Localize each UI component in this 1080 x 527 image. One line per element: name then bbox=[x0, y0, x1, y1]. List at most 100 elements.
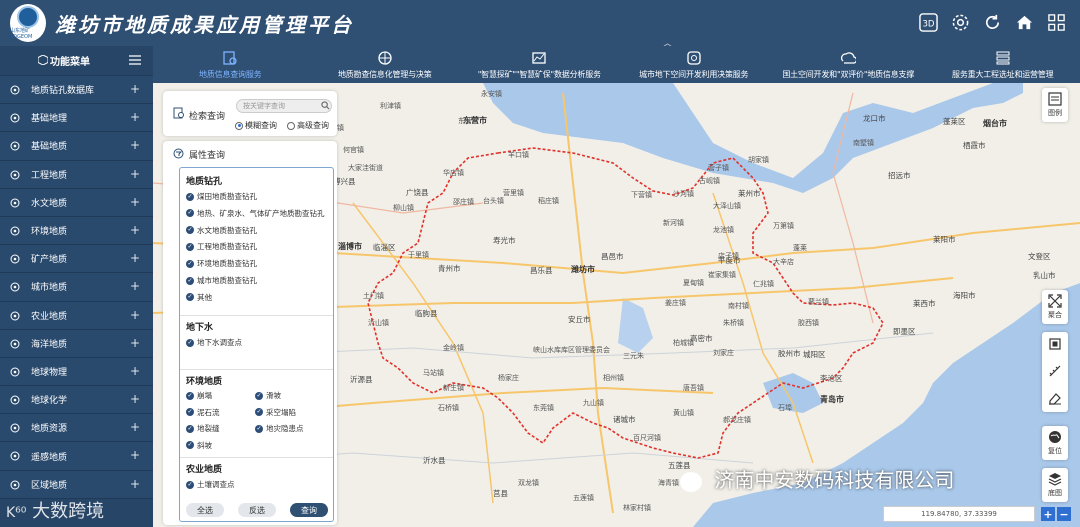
3d-icon[interactable]: 3D bbox=[918, 12, 938, 32]
check-icon[interactable]: ✓ bbox=[186, 192, 194, 201]
check-icon[interactable]: ✓ bbox=[186, 276, 194, 285]
attribute-checkbox[interactable]: ✓ 地热、矿泉水、气体矿产地质勘查钻孔 bbox=[186, 208, 325, 219]
cluster-button[interactable]: 聚合 bbox=[1042, 290, 1068, 324]
sidebar-item-13[interactable]: 遥感地质 + bbox=[0, 442, 153, 471]
expand-plus-icon[interactable]: + bbox=[130, 195, 140, 209]
attribute-checkbox[interactable]: ✓ 工程地质勘查钻孔 bbox=[186, 241, 257, 252]
attribute-checkbox[interactable]: ✓ 地下水调查点 bbox=[186, 337, 242, 348]
tab-5[interactable]: 服务重大工程选址和运营管理 bbox=[926, 46, 1080, 83]
sidebar-item-label: 工程地质 bbox=[31, 170, 68, 181]
expand-plus-icon[interactable]: + bbox=[130, 308, 140, 322]
sidebar-item-14[interactable]: 区域地质 + bbox=[0, 470, 153, 499]
sidebar-item-7[interactable]: 城市地质 + bbox=[0, 273, 153, 302]
sidebar-item-1[interactable]: 基础地理 + bbox=[0, 104, 153, 133]
attribute-label: 工程地质勘查钻孔 bbox=[197, 242, 257, 252]
check-icon[interactable]: ✓ bbox=[255, 424, 263, 433]
expand-plus-icon[interactable]: + bbox=[130, 336, 140, 350]
tab-4[interactable]: 国土空间开发和"双评价"地质信息支撑 bbox=[771, 46, 926, 83]
attribute-checkbox[interactable]: ✓ 城市地质勘查钻孔 bbox=[186, 275, 257, 286]
gear-icon[interactable] bbox=[950, 12, 970, 32]
radio-dot[interactable] bbox=[287, 121, 295, 130]
sidebar-item-2[interactable]: 基础地质 + bbox=[0, 132, 153, 161]
sidebar-item-9[interactable]: 海洋地质 + bbox=[0, 329, 153, 358]
refresh-icon[interactable] bbox=[982, 12, 1002, 32]
check-icon[interactable]: ✓ bbox=[255, 391, 263, 400]
check-icon[interactable]: ✓ bbox=[186, 391, 194, 400]
attribute-checkbox[interactable]: ✓ 采空塌陷 bbox=[255, 407, 296, 418]
radio-advanced-query[interactable]: 高级查询 bbox=[287, 120, 329, 131]
attribute-checkbox[interactable]: ✓ 地裂缝 bbox=[186, 423, 220, 434]
expand-plus-icon[interactable]: + bbox=[130, 448, 140, 462]
expand-plus-icon[interactable]: + bbox=[130, 420, 140, 434]
zoom-out-button[interactable]: − bbox=[1057, 507, 1071, 521]
radio-dot[interactable] bbox=[235, 121, 243, 130]
select-all-button[interactable]: 全选 bbox=[186, 503, 224, 517]
sidebar-item-11[interactable]: 地球化学 + bbox=[0, 386, 153, 415]
attribute-checkbox[interactable]: ✓ 崩塌 bbox=[186, 390, 212, 401]
expand-plus-icon[interactable]: + bbox=[130, 392, 140, 406]
tab-0[interactable]: 地质信息查询服务 bbox=[153, 46, 308, 83]
query-button[interactable]: 查询 bbox=[290, 503, 328, 517]
check-icon[interactable]: ✓ bbox=[255, 408, 263, 416]
tab-1[interactable]: 地质勘查信息化管理与决策 bbox=[308, 46, 463, 83]
attribute-checkbox[interactable]: ✓ 斜坡 bbox=[186, 440, 212, 451]
grid-icon[interactable] bbox=[1046, 12, 1066, 32]
sidebar-item-4[interactable]: 水文地质 + bbox=[0, 188, 153, 217]
sidebar-item-12[interactable]: 地质资源 + bbox=[0, 414, 153, 443]
check-icon[interactable]: ✓ bbox=[186, 293, 194, 302]
sidebar-item-3[interactable]: 工程地质 + bbox=[0, 160, 153, 189]
expand-plus-icon[interactable]: + bbox=[130, 477, 140, 491]
attribute-checkbox[interactable]: ✓ 土壤调查点 bbox=[186, 479, 235, 490]
map-label-town: 东营区 bbox=[458, 117, 479, 125]
sidebar-item-8[interactable]: 农业地质 + bbox=[0, 301, 153, 330]
reset-button[interactable]: 复位 bbox=[1042, 426, 1068, 460]
check-icon[interactable]: ✓ bbox=[186, 480, 194, 489]
check-icon[interactable]: ✓ bbox=[186, 226, 194, 235]
expand-plus-icon[interactable]: + bbox=[130, 82, 140, 96]
menu-toggle-icon[interactable] bbox=[129, 55, 141, 65]
attribute-checkbox[interactable]: ✓ 其他 bbox=[186, 292, 212, 303]
attribute-checkbox[interactable]: ✓ 煤田地质勘查钻孔 bbox=[186, 191, 257, 202]
attribute-checkbox[interactable]: ✓ 泥石流 bbox=[186, 407, 220, 418]
attribute-label: 煤田地质勘查钻孔 bbox=[197, 192, 257, 201]
attribute-checkbox[interactable]: ✓ 地灾隐患点 bbox=[255, 423, 304, 434]
expand-plus-icon[interactable]: + bbox=[130, 364, 140, 378]
measure-line-icon[interactable] bbox=[1048, 364, 1062, 378]
check-icon[interactable]: ✓ bbox=[186, 441, 194, 449]
attribute-checkbox[interactable]: ✓ 环境地质勘查钻孔 bbox=[186, 258, 257, 269]
expand-plus-icon[interactable]: + bbox=[130, 251, 140, 265]
attribute-label: 地下水调查点 bbox=[197, 338, 242, 347]
expand-plus-icon[interactable]: + bbox=[130, 138, 140, 152]
satellite-icon bbox=[10, 451, 20, 461]
sidebar-item-6[interactable]: 矿产地质 + bbox=[0, 245, 153, 274]
water-icon bbox=[10, 198, 20, 208]
expand-plus-icon[interactable]: + bbox=[130, 167, 140, 181]
radio-fuzzy-query[interactable]: 模糊查询 bbox=[235, 120, 277, 131]
tab-2[interactable]: "智慧探矿""智慧矿保"数据分析服务 bbox=[462, 46, 617, 83]
legend-button[interactable]: 图例 bbox=[1042, 88, 1068, 122]
expand-plus-icon[interactable]: + bbox=[130, 279, 140, 293]
check-icon[interactable]: ✓ bbox=[186, 338, 194, 347]
measure-area-icon[interactable] bbox=[1048, 337, 1062, 351]
check-icon[interactable]: ✓ bbox=[186, 424, 194, 433]
sidebar-item-10[interactable]: 地球物理 + bbox=[0, 357, 153, 387]
check-icon[interactable]: ✓ bbox=[186, 242, 194, 251]
sidebar-item-5[interactable]: 环境地质 + bbox=[0, 216, 153, 246]
attribute-checkbox[interactable]: ✓ 水文地质勘查钻孔 bbox=[186, 225, 257, 236]
zoom-in-button[interactable]: + bbox=[1041, 507, 1055, 521]
expand-icon bbox=[1048, 294, 1062, 308]
expand-plus-icon[interactable]: + bbox=[130, 223, 140, 237]
basemap-button[interactable]: 底图 bbox=[1042, 468, 1068, 502]
check-icon[interactable]: ✓ bbox=[186, 408, 194, 416]
keyword-search-input[interactable]: 按关键字查询 bbox=[236, 99, 332, 113]
check-icon[interactable]: ✓ bbox=[186, 259, 194, 268]
expand-plus-icon[interactable]: + bbox=[130, 110, 140, 124]
search-icon[interactable] bbox=[321, 101, 330, 110]
tab-3[interactable]: 城市地下空间开发利用决策服务 bbox=[617, 46, 772, 83]
home-icon[interactable] bbox=[1014, 12, 1034, 32]
invert-selection-button[interactable]: 反选 bbox=[238, 503, 276, 517]
eraser-icon[interactable] bbox=[1048, 391, 1062, 405]
sidebar-item-0[interactable]: 地质钻孔数据库 + bbox=[0, 76, 153, 105]
check-icon[interactable]: ✓ bbox=[186, 209, 194, 218]
attribute-checkbox[interactable]: ✓ 滑坡 bbox=[255, 390, 281, 401]
